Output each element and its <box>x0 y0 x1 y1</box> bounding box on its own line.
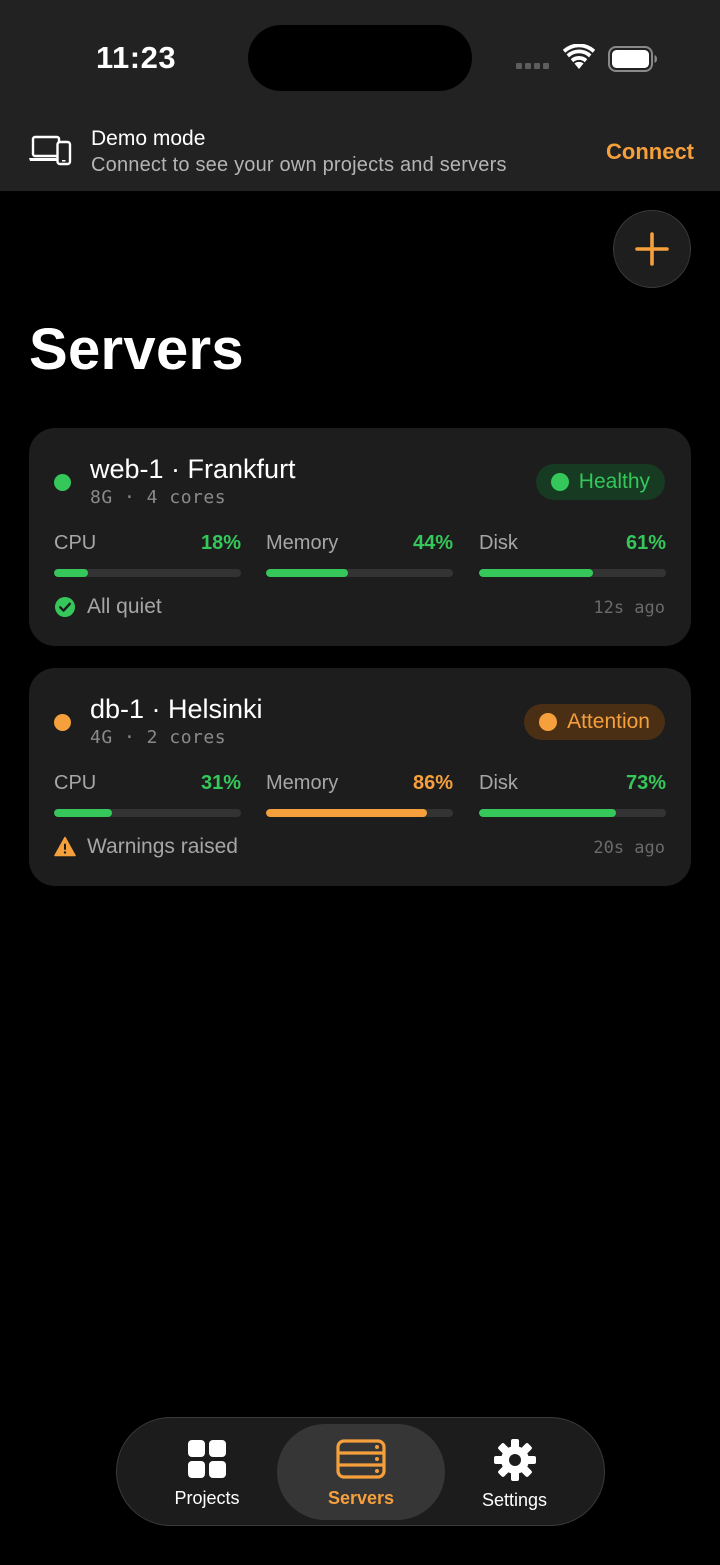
metric-value: 31% <box>200 772 241 794</box>
status-dot <box>54 714 71 731</box>
metric-disk: Disk 73% <box>479 772 666 817</box>
status-badge: Healthy <box>535 464 665 500</box>
metric-value: 86% <box>412 772 453 794</box>
metric-bar <box>266 569 453 577</box>
server-card[interactable]: web-1 · Frankfurt 8G · 4 cores Healthy C… <box>29 428 691 646</box>
tab-projects[interactable]: Projects <box>137 1424 277 1520</box>
status-time: 11:23 <box>96 40 177 75</box>
metric-cpu: CPU 18% <box>54 532 241 577</box>
metric-bar-fill <box>266 809 427 817</box>
metric-label: Disk <box>479 772 518 794</box>
dynamic-island <box>248 25 472 91</box>
metric-label: Memory <box>266 532 339 554</box>
gear-icon <box>493 1439 536 1481</box>
metric-value: 73% <box>625 772 666 794</box>
metric-bar <box>266 809 453 817</box>
status-dot <box>54 474 71 491</box>
server-name: web-1 · Frankfurt <box>90 454 296 484</box>
updated-time: 12s ago <box>593 598 665 618</box>
server-footer-text: Warnings raised <box>87 835 238 858</box>
metric-bar <box>479 809 666 817</box>
metric-cpu: CPU 31% <box>54 772 241 817</box>
metric-label: CPU <box>54 772 97 794</box>
server-icon <box>336 1439 386 1479</box>
tab-label: Projects <box>174 1488 240 1508</box>
demo-mode-title: Demo mode <box>91 127 206 150</box>
warning-triangle-icon <box>54 836 76 857</box>
server-name: db-1 · Helsinki <box>90 694 263 724</box>
demo-mode-subtitle: Connect to see your own projects and ser… <box>91 154 507 176</box>
metric-bar-fill <box>54 809 112 817</box>
metric-bar-fill <box>479 809 616 817</box>
tab-bar: Projects Servers Settings <box>116 1417 605 1526</box>
metric-bar-fill <box>479 569 594 577</box>
battery-icon <box>608 46 657 72</box>
metric-memory: Memory 44% <box>266 532 453 577</box>
server-footer-text: All quiet <box>87 595 162 618</box>
metric-value: 61% <box>625 532 666 554</box>
server-card[interactable]: db-1 · Helsinki 4G · 2 cores Attention C… <box>29 668 691 886</box>
metric-disk: Disk 61% <box>479 532 666 577</box>
server-footer: All quiet <box>54 595 162 619</box>
metric-value: 44% <box>412 532 453 554</box>
grid-icon <box>188 1440 226 1478</box>
metric-label: CPU <box>54 532 97 554</box>
tab-servers[interactable]: Servers <box>277 1424 445 1520</box>
status-badge-label: Healthy <box>578 470 650 493</box>
metric-label: Disk <box>479 532 518 554</box>
metric-bar <box>54 569 241 577</box>
status-badge-label: Attention <box>567 710 650 733</box>
tab-settings[interactable]: Settings <box>447 1424 582 1520</box>
server-spec: 4G · 2 cores <box>90 727 227 748</box>
metric-memory: Memory 86% <box>266 772 453 817</box>
devices-icon <box>29 135 72 166</box>
plus-icon <box>635 232 669 266</box>
cellular-signal-icon <box>516 63 549 69</box>
metric-bar <box>54 809 241 817</box>
metric-bar-fill <box>54 569 88 577</box>
metric-label: Memory <box>266 772 339 794</box>
metric-bar <box>479 569 666 577</box>
metric-bar-fill <box>266 569 349 577</box>
server-footer: Warnings raised <box>54 835 238 859</box>
tab-label: Settings <box>481 1490 548 1510</box>
page-title: Servers <box>29 317 244 382</box>
tab-label: Servers <box>327 1488 395 1508</box>
check-circle-icon <box>55 597 75 617</box>
top-area: 11:23 Demo mode Connect to see your own … <box>0 0 720 191</box>
add-server-button[interactable] <box>613 210 691 288</box>
updated-time: 20s ago <box>593 838 665 858</box>
status-badge: Attention <box>524 704 665 740</box>
wifi-icon <box>563 44 595 69</box>
server-spec: 8G · 4 cores <box>90 487 227 508</box>
connect-button[interactable]: Connect <box>606 139 694 165</box>
metric-value: 18% <box>200 532 241 554</box>
